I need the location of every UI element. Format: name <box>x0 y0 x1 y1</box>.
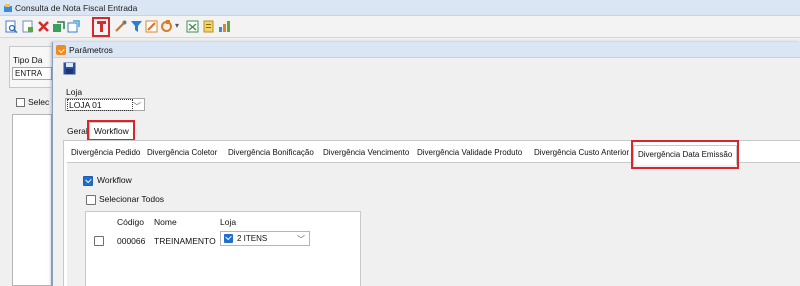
search-icon[interactable] <box>5 20 18 33</box>
column-header-codigo[interactable]: Código <box>117 217 144 227</box>
edit-icon[interactable] <box>145 20 158 33</box>
tab-divergencia-bonificacao[interactable]: Divergência Bonificação <box>228 148 314 157</box>
save-icon[interactable] <box>63 62 76 75</box>
print-icon[interactable] <box>67 20 80 33</box>
highlight-box <box>87 120 135 141</box>
highlight-box <box>631 140 739 169</box>
loja-select-value: LOJA 01 <box>67 99 133 111</box>
chart-icon[interactable] <box>218 20 231 33</box>
workflow-label: Workflow <box>97 175 132 185</box>
tab-divergencia-coletor[interactable]: Divergência Coletor <box>147 148 217 157</box>
background-title-bar: Consulta de Nota Fiscal Entrada <box>0 0 800 16</box>
refresh-icon[interactable] <box>160 20 173 33</box>
dialog-title: Parâmetros <box>69 45 113 55</box>
select-all-checkbox[interactable] <box>86 195 96 205</box>
column-header-loja[interactable]: Loja <box>220 217 236 227</box>
tab-divergencia-pedido[interactable]: Divergência Pedido <box>71 148 140 157</box>
dialog-title-bar: Parâmetros <box>53 42 800 58</box>
delete-icon[interactable] <box>37 20 50 33</box>
cell-nome: TREINAMENTO <box>154 236 216 246</box>
tipo-select[interactable]: ENTRA <box>12 67 52 80</box>
new-document-icon[interactable] <box>21 20 34 33</box>
app-icon <box>4 4 12 12</box>
tipo-label: Tipo Da <box>13 55 43 65</box>
select-all-label: Selec <box>28 97 50 107</box>
config-icon[interactable] <box>95 20 108 33</box>
loja-multiselect[interactable]: 2 ITENS ﹀ <box>220 231 310 246</box>
select-all-checkbox[interactable] <box>16 98 25 107</box>
cell-codigo: 000066 <box>117 236 146 246</box>
toolbar: ▾ <box>0 16 800 38</box>
chevron-down-icon: ﹀ <box>297 235 305 244</box>
dropdown-arrow-icon[interactable]: ▾ <box>175 21 179 30</box>
tab-divergencia-validade-produto[interactable]: Divergência Validade Produto <box>417 148 522 157</box>
tab-divergencia-vencimento[interactable]: Divergência Vencimento <box>323 148 409 157</box>
background-title: Consulta de Nota Fiscal Entrada <box>15 3 138 13</box>
parametros-dialog: Parâmetros Loja LOJA 01 ﹀ Geral Workflow… <box>52 42 800 286</box>
workflow-checkbox[interactable] <box>83 176 93 186</box>
row-checkbox[interactable] <box>94 236 104 246</box>
users-grid: Código Nome Loja 000066 TREINAMENTO 2 IT… <box>85 211 361 286</box>
export-icon[interactable] <box>52 20 65 33</box>
select-all-label: Selecionar Todos <box>99 194 165 204</box>
filter-icon[interactable] <box>130 20 143 33</box>
chevron-down-icon: ﹀ <box>133 102 141 111</box>
column-header-nome[interactable]: Nome <box>154 217 177 227</box>
notes-list[interactable] <box>12 114 52 286</box>
excel-icon[interactable] <box>186 20 199 33</box>
loja-select[interactable]: LOJA 01 ﹀ <box>65 98 145 111</box>
loja-multiselect-value: 2 ITENS <box>237 234 268 243</box>
tab-divergencia-custo-anterior[interactable]: Divergência Custo Anterior <box>534 148 629 157</box>
tool-icon[interactable] <box>114 20 127 33</box>
checked-icon <box>224 234 233 243</box>
loja-label: Loja <box>66 87 83 97</box>
report-icon[interactable] <box>202 20 215 33</box>
dialog-icon <box>56 45 66 55</box>
tab-geral[interactable]: Geral <box>67 126 88 136</box>
